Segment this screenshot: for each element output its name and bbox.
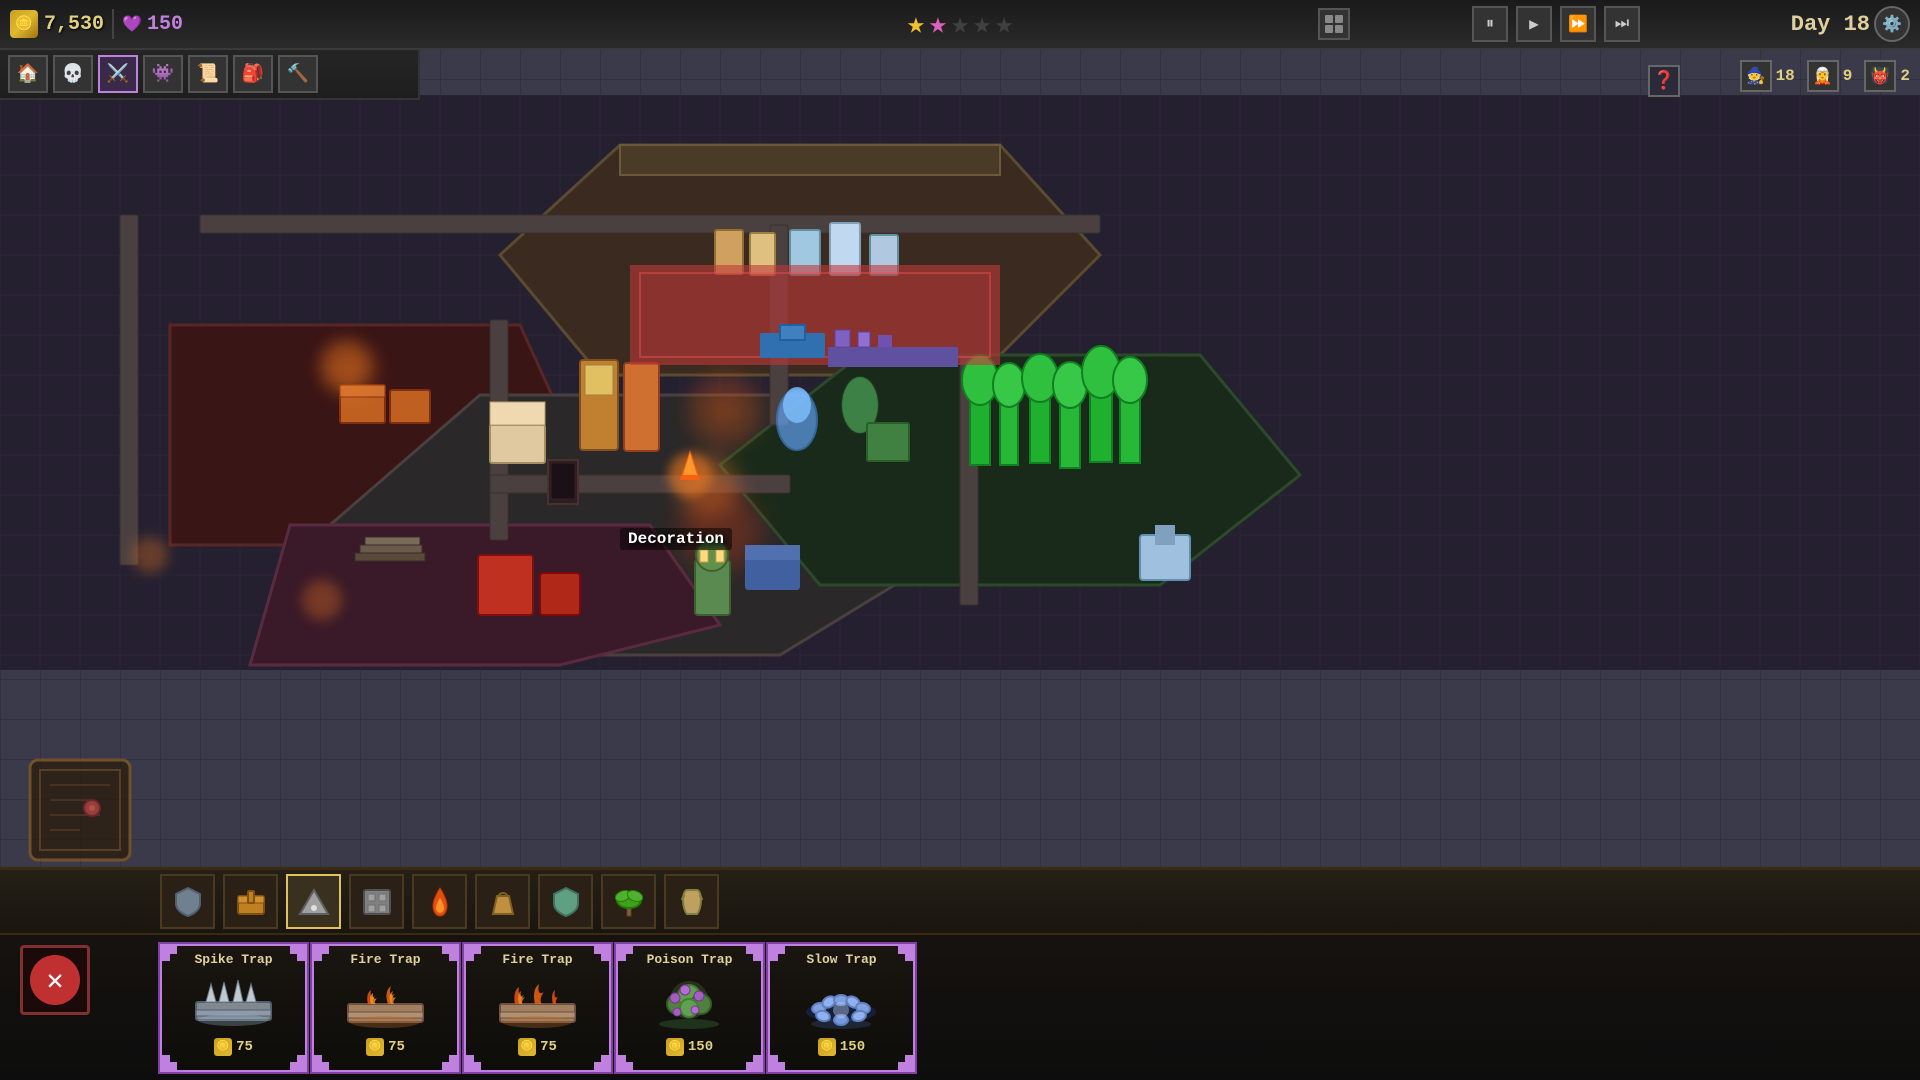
fire-trap-1-image: [341, 971, 431, 1036]
item-fire-trap-2[interactable]: Fire Trap 🪙 75: [464, 944, 611, 1072]
fire-trap-1-cost-icon: 🪙: [366, 1038, 384, 1056]
dungeon-scene: [0, 95, 1920, 670]
spike-trap-name: Spike Trap: [194, 952, 272, 967]
fire-trap-2-name: Fire Trap: [502, 952, 572, 967]
tool-skull[interactable]: 💀: [53, 55, 93, 93]
star-5: ★: [995, 6, 1013, 43]
item-slow-trap[interactable]: Slow Trap: [768, 944, 915, 1072]
slow-trap-image: [797, 971, 887, 1036]
tool-bar: 🏠 💀 ⚔️ 👾 📜 🎒 🔨: [0, 50, 420, 100]
fire-trap-2-image: [493, 971, 583, 1036]
gold-icon: 🪙: [10, 10, 38, 38]
fire-trap-2-cost-icon: 🪙: [518, 1038, 536, 1056]
mage-counter: 🧝 9: [1807, 60, 1853, 92]
gem-icon: 💜: [122, 14, 142, 34]
tab-shield[interactable]: [160, 874, 215, 929]
gold-display: 🪙 7,530: [10, 10, 104, 38]
separator-1: [112, 9, 114, 39]
poison-trap-name: Poison Trap: [647, 952, 733, 967]
poison-trap-cost: 🪙 150: [666, 1038, 713, 1056]
grid-layout-button[interactable]: [1318, 8, 1350, 40]
game-controls: ⏸ ▶ ⏩ ⏭: [1472, 6, 1640, 42]
goblin-counter: 👹 2: [1864, 60, 1910, 92]
tool-hammer[interactable]: 🔨: [278, 55, 318, 93]
help-button[interactable]: ❓: [1648, 65, 1680, 97]
spike-trap-image: [189, 971, 279, 1036]
tab-bag[interactable]: [475, 874, 530, 929]
poison-trap-image: [645, 971, 735, 1036]
tab-palm[interactable]: [601, 874, 656, 929]
tool-dungeon[interactable]: 🏠: [8, 55, 48, 93]
star-4: ★: [973, 6, 991, 43]
fire-trap-1-cost-amount: 75: [388, 1039, 405, 1055]
slow-trap-cost-icon: 🪙: [818, 1038, 836, 1056]
star-rating: ★ ★ ★ ★ ★: [907, 6, 1013, 43]
goblin-icon: 👹: [1864, 60, 1896, 92]
spike-trap-cost: 🪙 75: [214, 1038, 253, 1056]
tab-traps[interactable]: [286, 874, 341, 929]
gem-display: 💜 150: [122, 13, 183, 36]
fire-trap-2-cost-amount: 75: [540, 1039, 557, 1055]
poison-trap-cost-icon: 🪙: [666, 1038, 684, 1056]
tab-vase[interactable]: [664, 874, 719, 929]
gem-amount: 150: [147, 13, 183, 36]
item-row: Spike Trap 🪙 75: [0, 935, 1920, 1080]
slow-trap-name: Slow Trap: [806, 952, 876, 967]
spike-trap-cost-amount: 75: [236, 1039, 253, 1055]
top-bar: 🪙 7,530 💜 150 ★ ★ ★ ★ ★ ⏸ ▶ ⏩ ⏭ Day 18 ⚙…: [0, 0, 1920, 50]
fire-trap-2-cost: 🪙 75: [518, 1038, 557, 1056]
tab-row: [0, 870, 1920, 935]
gold-amount: 7,530: [44, 13, 104, 36]
tool-bag[interactable]: 🎒: [233, 55, 273, 93]
bottom-panel: Spike Trap 🪙 75: [0, 867, 1920, 1080]
bottom-scroll-decoration: [20, 750, 140, 870]
tab-shield-2[interactable]: [538, 874, 593, 929]
play-button[interactable]: ▶: [1516, 6, 1552, 42]
warrior-counter: 🧙 18: [1740, 60, 1795, 92]
warrior-icon: 🧙: [1740, 60, 1772, 92]
poison-trap-cost-amount: 150: [688, 1039, 713, 1055]
star-3: ★: [951, 6, 969, 43]
tool-monster[interactable]: 👾: [143, 55, 183, 93]
warrior-count: 18: [1776, 67, 1795, 85]
fast-forward-button[interactable]: ⏩: [1560, 6, 1596, 42]
close-button[interactable]: ✕: [20, 945, 90, 1015]
fire-trap-1-name: Fire Trap: [350, 952, 420, 967]
star-2: ★: [929, 6, 947, 43]
item-fire-trap-1[interactable]: Fire Trap 🪙 75: [312, 944, 459, 1072]
unit-counters: 🧙 18 🧝 9 👹 2: [1740, 60, 1910, 92]
goblin-count: 2: [1900, 67, 1910, 85]
tab-fire[interactable]: [412, 874, 467, 929]
tab-floor[interactable]: [349, 874, 404, 929]
tab-box[interactable]: [223, 874, 278, 929]
close-x-icon: ✕: [30, 955, 80, 1005]
mage-icon: 🧝: [1807, 60, 1839, 92]
skip-button[interactable]: ⏭: [1604, 6, 1640, 42]
close-label: ✕: [47, 963, 64, 998]
tool-traps[interactable]: ⚔️: [98, 55, 138, 93]
tool-scroll[interactable]: 📜: [188, 55, 228, 93]
slow-trap-cost: 🪙 150: [818, 1038, 865, 1056]
slow-trap-cost-amount: 150: [840, 1039, 865, 1055]
day-counter: Day 18: [1791, 12, 1870, 37]
spike-trap-cost-icon: 🪙: [214, 1038, 232, 1056]
item-poison-trap[interactable]: Poison Trap: [616, 944, 763, 1072]
star-1: ★: [907, 6, 925, 43]
settings-button[interactable]: ⚙️: [1874, 6, 1910, 42]
mage-count: 9: [1843, 67, 1853, 85]
item-spike-trap[interactable]: Spike Trap 🪙 75: [160, 944, 307, 1072]
fire-trap-1-cost: 🪙 75: [366, 1038, 405, 1056]
pause-button[interactable]: ⏸: [1472, 6, 1508, 42]
